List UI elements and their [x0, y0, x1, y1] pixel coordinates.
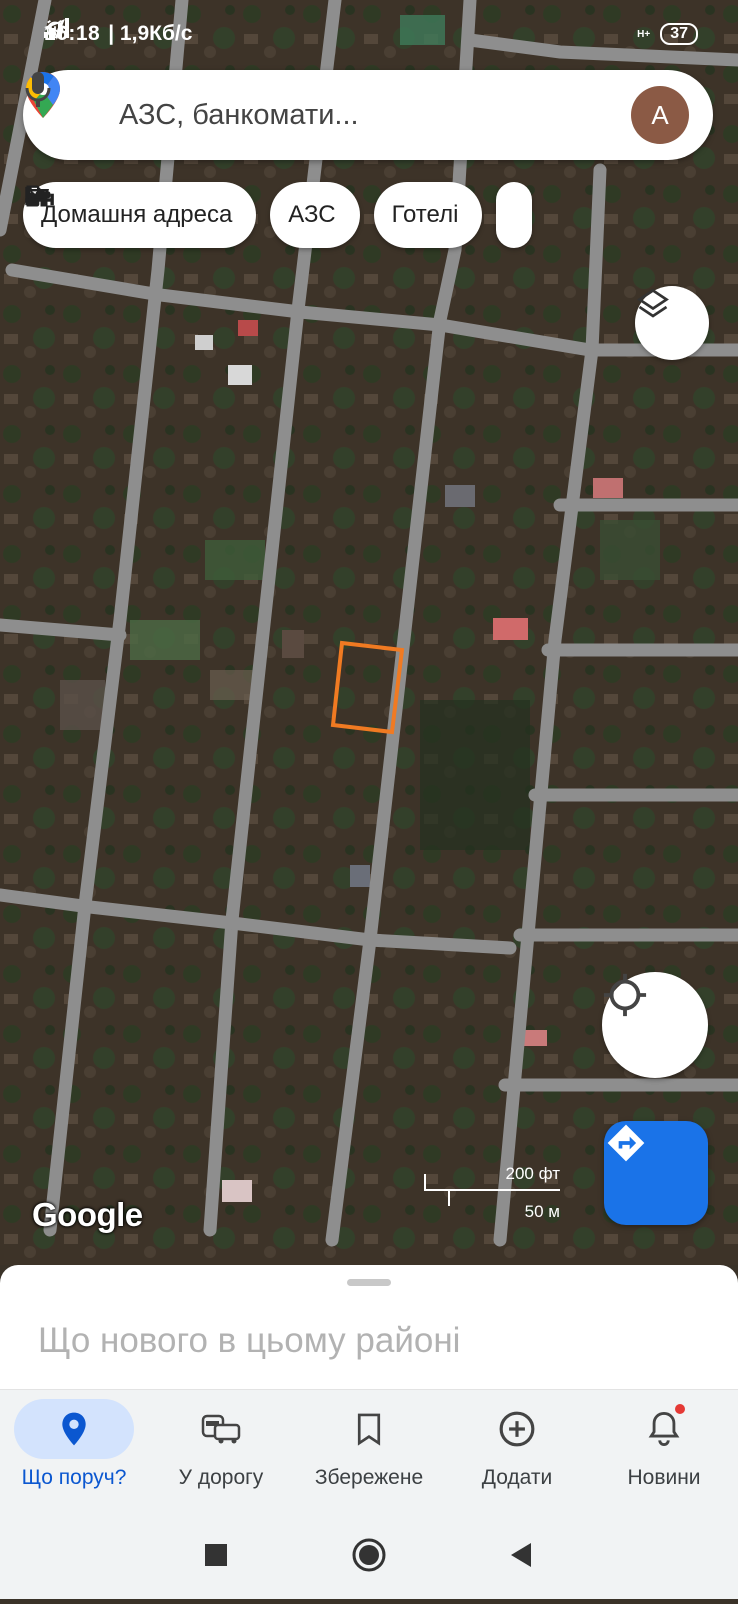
- bookmark-icon: [357, 1413, 381, 1446]
- chip-label: Домашня адреса: [41, 201, 233, 228]
- tab-label: Новини: [627, 1466, 701, 1489]
- bell-icon: [648, 1411, 680, 1446]
- tab-label: Збережене: [314, 1466, 424, 1489]
- signal-icon: H+: [44, 18, 652, 40]
- chip-hotels[interactable]: Готелі: [25, 182, 483, 248]
- category-chips: Домашня адреса АЗС Готелі: [23, 182, 533, 248]
- map-scale: 200 фт 50 м: [424, 1164, 560, 1224]
- explore-sheet[interactable]: Що нового в цьому районі: [0, 1265, 738, 1389]
- tab-explore[interactable]: Що поруч?: [0, 1390, 148, 1510]
- layers-icon: [637, 288, 669, 318]
- bottom-navigation: Що поруч? У дорогу Збережене Додати Нови…: [0, 1389, 738, 1510]
- scale-bar: [424, 1189, 560, 1191]
- microphone-icon[interactable]: [25, 72, 599, 135]
- tab-updates[interactable]: Новини: [590, 1390, 738, 1510]
- my-location-button[interactable]: [602, 972, 708, 1078]
- notification-dot: [675, 1404, 685, 1414]
- home-button-icon[interactable]: [352, 1538, 386, 1572]
- system-navigation-bar: [0, 1509, 738, 1599]
- tab-label: Що поруч?: [21, 1466, 127, 1489]
- back-icon[interactable]: [511, 1543, 531, 1567]
- search-bar[interactable]: АЗС, банкомати... A: [23, 70, 713, 160]
- layers-button[interactable]: [635, 286, 709, 360]
- add-circle-icon: [499, 1411, 535, 1447]
- scale-imperial: 200 фт: [505, 1164, 561, 1183]
- tab-contribute[interactable]: Додати: [443, 1390, 591, 1510]
- map-pin-icon: [62, 1412, 86, 1446]
- tab-label: У дорогу: [178, 1466, 264, 1489]
- search-input[interactable]: АЗС, банкомати...: [119, 99, 569, 132]
- battery-indicator: 37: [660, 23, 698, 45]
- scale-tick: [424, 1174, 426, 1190]
- map-view[interactable]: 16:18 | 1,9Кб/с H+ 37 АЗС, банкомати... …: [0, 0, 738, 1265]
- chip-label: АЗС: [288, 201, 336, 228]
- signal-type-label: H+: [637, 28, 651, 40]
- status-bar: 16:18 | 1,9Кб/с H+ 37: [44, 18, 698, 50]
- commute-icon: [201, 1414, 241, 1444]
- shopping-cart-icon: [26, 185, 49, 207]
- directions-button[interactable]: [604, 1121, 708, 1225]
- chip-home-address[interactable]: Домашня адреса: [23, 182, 257, 248]
- recent-apps-icon[interactable]: [205, 1544, 227, 1566]
- chip-label: Готелі: [391, 201, 459, 228]
- sheet-title: Що нового в цьому районі: [38, 1321, 461, 1360]
- google-attribution: Google: [32, 1196, 143, 1233]
- google-maps-logo-icon: [26, 72, 95, 140]
- tab-saved[interactable]: Збережене: [295, 1390, 443, 1510]
- scale-metric: 50 м: [524, 1202, 560, 1221]
- account-avatar[interactable]: A: [631, 86, 689, 144]
- scale-tick: [448, 1190, 450, 1206]
- tab-commute[interactable]: У дорогу: [147, 1390, 295, 1510]
- chip-shopping[interactable]: [26, 182, 533, 248]
- chip-gas-stations[interactable]: АЗС: [27, 182, 360, 248]
- sheet-drag-handle[interactable]: [347, 1279, 391, 1286]
- status-network-speed: | 1,9Кб/с: [108, 22, 193, 45]
- crosshair-icon: [603, 973, 647, 1017]
- directions-arrow-icon: [607, 1124, 645, 1162]
- tab-label: Додати: [481, 1466, 553, 1489]
